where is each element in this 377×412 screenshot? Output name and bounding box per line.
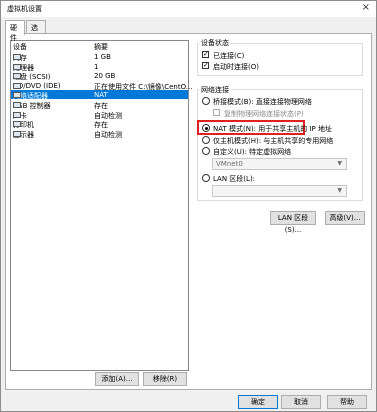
nat-radio[interactable] [202,124,210,132]
device-list-header: 设备 摘要 [11,41,188,51]
chevron-down-icon: ▼ [337,187,342,194]
custom-radio[interactable] [202,147,210,155]
close-icon[interactable]: × [362,2,370,13]
device-row[interactable]: 内存1 GB [11,52,188,62]
device-row[interactable]: 显示器 自动检测 [11,129,188,139]
lan-segment-label: LAN 区段(L): [213,175,256,183]
processor-icon [13,63,21,70]
memory-icon [13,54,21,60]
device-summary: 1 GB [94,53,111,61]
device-row[interactable]: 硬盘 (SCSI) 20 GB [11,71,188,81]
custom-label: 自定义(U): 特定虚拟网络 [213,148,292,156]
custom-network-select[interactable]: VMnet0 ▼ [212,158,347,170]
chevron-down-icon: ▼ [337,160,342,167]
lan-segments-button[interactable]: LAN 区段(S)... [270,211,316,234]
replicate-state-label: 复制物理网络连接状态(P) [224,110,304,118]
replicate-state-checkbox[interactable] [213,109,220,116]
connect-on-power-on-label: 启动时连接(O) [213,63,259,71]
device-row[interactable]: 处理器 1 [11,62,188,72]
bridged-radio[interactable] [202,97,210,105]
connected-checkbox[interactable]: ✓ [202,51,209,58]
display-icon [13,130,21,137]
cancel-button[interactable]: 取消 [281,395,321,409]
device-summary: 自动检测 [94,130,122,139]
cdrom-icon [13,82,21,89]
connect-on-power-on-checkbox[interactable]: ✓ [202,62,209,69]
lan-segment-select[interactable]: ▼ [212,185,347,197]
nat-label: NAT 模式(N): 用于共享主机的 IP 地址 [213,125,332,133]
help-button[interactable]: 帮助 [327,395,367,409]
harddisk-icon [13,73,21,80]
connected-label: 已连接(C) [213,52,245,60]
device-list[interactable]: 设备 摘要 内存1 GB处理器1硬盘 (SCSI)20 GBCD/DVD (ID… [10,40,192,371]
device-row[interactable]: CD/DVD (IDE) 正在使用文件 C:\镜像\CentO... [11,81,192,91]
remove-device-button[interactable]: 移除(R) [143,372,187,386]
column-device[interactable]: 设备 [13,42,27,52]
column-summary[interactable]: 摘要 [94,42,108,52]
device-row[interactable]: 声卡自动检测 [11,110,188,120]
lan-segment-radio[interactable] [202,174,210,182]
device-row[interactable]: 网络适配器 NAT [11,90,188,100]
host-only-label: 仅主机模式(H): 与主机共享的专用网络 [213,137,334,145]
device-status-title: 设备状态 [199,38,231,48]
device-row[interactable]: USB 控制器 存在 [11,100,188,110]
title-bar: 虚拟机设置 × [1,1,376,17]
printer-icon [13,121,21,128]
vm-settings-window: 虚拟机设置 × 硬件 选项 设备 摘要 内存1 GB处理器1硬盘 (SCSI)2… [0,0,377,412]
device-summary: 1 [94,62,99,71]
device-summary: NAT [94,91,108,100]
usb-icon [13,102,21,108]
ok-button[interactable]: 确定 [238,395,278,409]
bridged-label: 桥接模式(B): 直接连接物理网络 [213,98,312,106]
host-only-radio[interactable] [202,136,210,144]
device-summary: 20 GB [94,72,116,81]
tab-options[interactable]: 选项 [26,20,46,42]
network-connection-title: 网络连接 [199,85,231,95]
tab-hardware[interactable]: 硬件 [5,20,25,42]
device-row[interactable]: 打印机 存在 [11,119,188,129]
advanced-button[interactable]: 高级(V)... [325,211,365,225]
sound-icon [13,111,21,118]
network-adapter-icon [13,92,21,99]
window-title: 虚拟机设置 [7,5,42,13]
add-device-button[interactable]: 添加(A)... [95,372,139,386]
